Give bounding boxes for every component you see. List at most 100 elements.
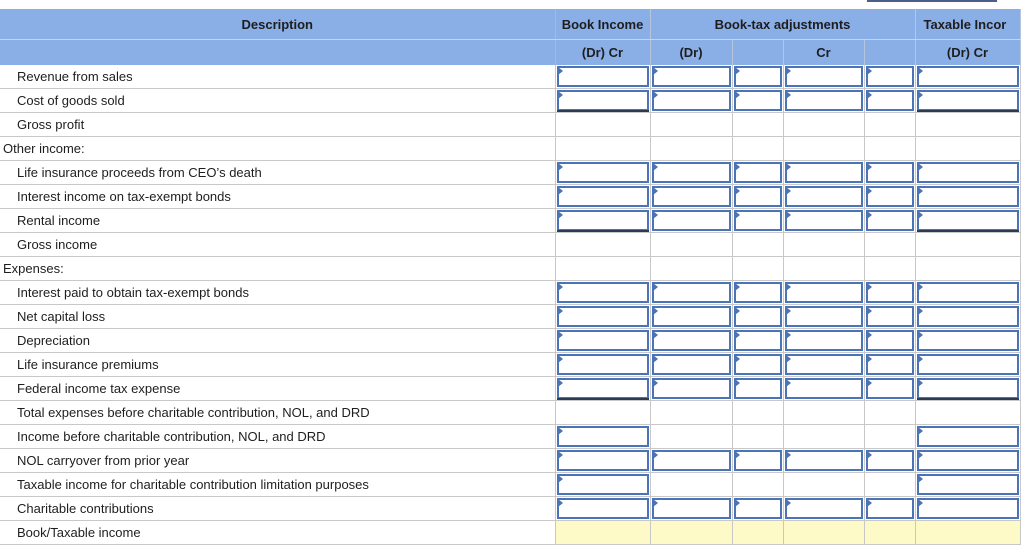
adj-cr-ref-cell[interactable] — [864, 376, 916, 401]
amount-input[interactable] — [733, 306, 782, 327]
adj-dr-cell[interactable] — [650, 496, 733, 521]
amount-input[interactable] — [556, 426, 649, 447]
amount-input[interactable] — [651, 354, 731, 375]
adj-dr-ref-cell[interactable] — [732, 520, 784, 545]
amount-input[interactable] — [651, 378, 731, 399]
adj-cr-cell[interactable] — [783, 352, 865, 377]
adj-cr-cell[interactable] — [783, 304, 865, 329]
adj-dr-cell[interactable] — [650, 184, 733, 209]
amount-input[interactable] — [556, 474, 649, 495]
amount-input[interactable] — [733, 66, 782, 87]
amount-input[interactable] — [556, 354, 649, 375]
adj-dr-cell[interactable] — [650, 352, 733, 377]
adj-dr-ref-cell[interactable] — [732, 376, 784, 401]
taxable-income-cell[interactable] — [915, 280, 1021, 305]
taxable-income-cell[interactable] — [915, 448, 1021, 473]
taxable-income-cell[interactable] — [915, 520, 1021, 545]
taxable-income-cell[interactable] — [915, 65, 1021, 89]
adj-cr-ref-cell[interactable] — [864, 208, 916, 233]
amount-input[interactable] — [916, 330, 1019, 351]
book-income-cell[interactable] — [555, 424, 651, 449]
adj-dr-cell[interactable] — [650, 88, 733, 113]
taxable-income-cell[interactable] — [915, 328, 1021, 353]
adj-cr-cell[interactable] — [783, 208, 865, 233]
amount-input[interactable] — [784, 498, 863, 519]
book-income-cell[interactable] — [555, 520, 651, 545]
amount-input[interactable] — [556, 66, 649, 87]
adj-cr-ref-cell[interactable] — [864, 496, 916, 521]
adj-dr-cell[interactable] — [650, 376, 733, 401]
amount-input[interactable] — [865, 66, 914, 87]
amount-input[interactable] — [651, 162, 731, 183]
amount-input[interactable] — [916, 474, 1019, 495]
amount-input[interactable] — [733, 450, 782, 471]
book-income-cell[interactable] — [555, 88, 651, 113]
taxable-income-cell[interactable] — [915, 160, 1021, 185]
book-income-cell[interactable] — [555, 496, 651, 521]
adj-dr-cell[interactable] — [650, 280, 733, 305]
amount-input[interactable] — [651, 210, 731, 231]
amount-input[interactable] — [916, 186, 1019, 207]
adj-cr-ref-cell[interactable] — [864, 160, 916, 185]
amount-input[interactable] — [556, 498, 649, 519]
amount-input[interactable] — [865, 162, 914, 183]
adj-cr-cell[interactable] — [783, 496, 865, 521]
adj-dr-ref-cell[interactable] — [732, 160, 784, 185]
book-income-cell[interactable] — [555, 376, 651, 401]
amount-input[interactable] — [784, 186, 863, 207]
adj-dr-ref-cell[interactable] — [732, 184, 784, 209]
amount-input[interactable] — [556, 186, 649, 207]
amount-input[interactable] — [865, 498, 914, 519]
taxable-income-cell[interactable] — [915, 376, 1021, 401]
adj-cr-cell[interactable] — [783, 376, 865, 401]
amount-input[interactable] — [784, 282, 863, 303]
amount-input[interactable] — [733, 498, 782, 519]
amount-input[interactable] — [865, 450, 914, 471]
adj-dr-ref-cell[interactable] — [732, 88, 784, 113]
adj-cr-cell[interactable] — [783, 448, 865, 473]
amount-input[interactable] — [916, 210, 1019, 231]
adj-cr-cell[interactable] — [783, 65, 865, 89]
amount-input[interactable] — [865, 210, 914, 231]
adj-dr-cell[interactable] — [650, 304, 733, 329]
book-income-cell[interactable] — [555, 328, 651, 353]
amount-input[interactable] — [733, 330, 782, 351]
amount-input[interactable] — [733, 162, 782, 183]
amount-input[interactable] — [651, 498, 731, 519]
amount-input[interactable] — [733, 282, 782, 303]
amount-input[interactable] — [784, 354, 863, 375]
amount-input[interactable] — [556, 282, 649, 303]
amount-input[interactable] — [916, 282, 1019, 303]
amount-input[interactable] — [916, 498, 1019, 519]
adj-cr-cell[interactable] — [783, 184, 865, 209]
amount-input[interactable] — [556, 90, 649, 111]
adj-cr-cell[interactable] — [783, 88, 865, 113]
book-income-cell[interactable] — [555, 352, 651, 377]
amount-input[interactable] — [556, 306, 649, 327]
amount-input[interactable] — [865, 90, 914, 111]
adj-dr-cell[interactable] — [650, 448, 733, 473]
taxable-income-cell[interactable] — [915, 88, 1021, 113]
adj-cr-cell[interactable] — [783, 280, 865, 305]
amount-input[interactable] — [784, 450, 863, 471]
amount-input[interactable] — [651, 90, 731, 111]
adj-dr-cell[interactable] — [650, 520, 733, 545]
taxable-income-cell[interactable] — [915, 424, 1021, 449]
adj-dr-cell[interactable] — [650, 208, 733, 233]
book-income-cell[interactable] — [555, 280, 651, 305]
amount-input[interactable] — [556, 162, 649, 183]
adj-cr-ref-cell[interactable] — [864, 304, 916, 329]
amount-input[interactable] — [916, 66, 1019, 87]
amount-input[interactable] — [865, 378, 914, 399]
taxable-income-cell[interactable] — [915, 304, 1021, 329]
adj-dr-ref-cell[interactable] — [732, 304, 784, 329]
adj-dr-ref-cell[interactable] — [732, 352, 784, 377]
amount-input[interactable] — [651, 330, 731, 351]
amount-input[interactable] — [784, 378, 863, 399]
taxable-income-cell[interactable] — [915, 184, 1021, 209]
adj-cr-cell[interactable] — [783, 520, 865, 545]
amount-input[interactable] — [733, 378, 782, 399]
adj-cr-ref-cell[interactable] — [864, 65, 916, 89]
amount-input[interactable] — [651, 450, 731, 471]
adj-dr-ref-cell[interactable] — [732, 65, 784, 89]
